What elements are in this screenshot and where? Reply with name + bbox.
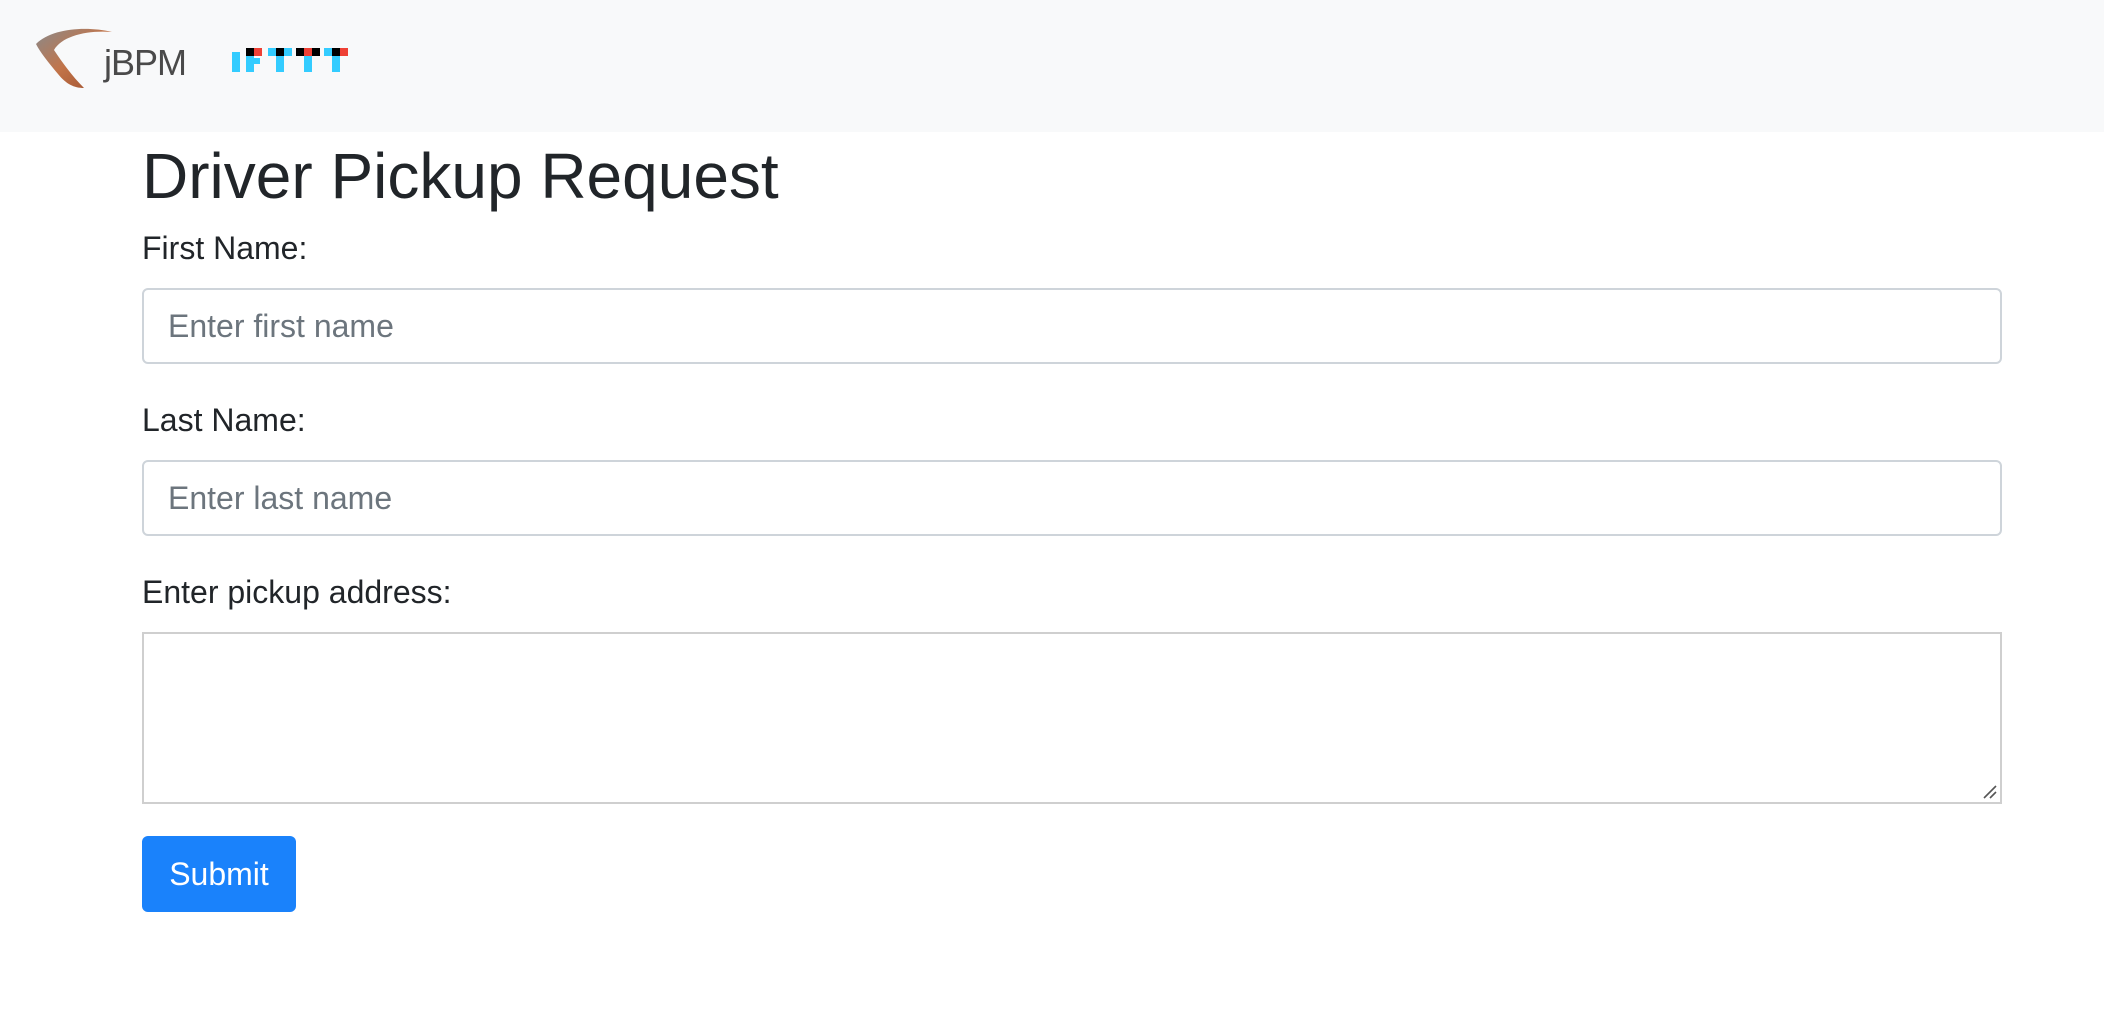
first-name-label: First Name: — [142, 230, 308, 266]
page-title: Driver Pickup Request — [142, 140, 779, 212]
last-name-label: Last Name: — [142, 402, 306, 438]
ifttt-logo[interactable] — [232, 48, 354, 74]
jbpm-logo-text: jBPM — [104, 42, 187, 83]
pickup-address-textarea[interactable] — [142, 632, 2002, 804]
last-name-input[interactable] — [142, 460, 2002, 536]
navbar: jBPM — [0, 0, 2104, 132]
pickup-address-label: Enter pickup address: — [142, 574, 452, 610]
submit-button[interactable]: Submit — [142, 836, 296, 912]
jbpm-arc-icon — [36, 28, 112, 88]
jbpm-logo[interactable]: jBPM — [32, 26, 192, 92]
first-name-input[interactable] — [142, 288, 2002, 364]
ifttt-pixel-icon — [232, 48, 348, 72]
